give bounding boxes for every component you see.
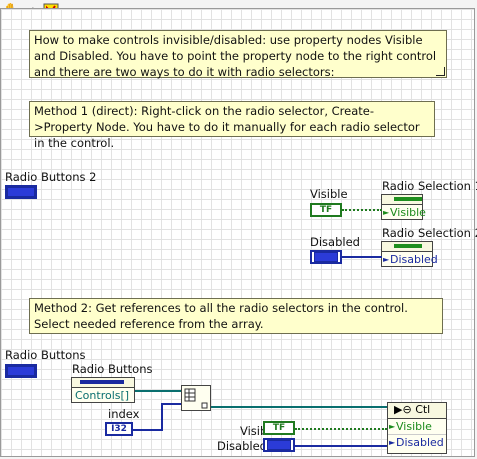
radio-buttons-2-terminal[interactable] xyxy=(5,185,37,199)
boolean-wire-1 xyxy=(342,209,382,211)
method1-comment-text: Method 1 (direct): Right-click on the ra… xyxy=(34,104,420,150)
disabled-property-text: Disabled xyxy=(390,253,438,266)
property-node-ctl[interactable]: ▶⊖ Ctl ► Visible ► Disabled xyxy=(387,402,447,454)
tf-text: TF xyxy=(272,423,286,433)
index-wire-h2 xyxy=(161,403,181,405)
ctl-node-header: ▶⊖ Ctl xyxy=(388,403,446,419)
radio-buttons-node-label: Radio Buttons xyxy=(72,362,153,376)
radio-selection-2-label: Radio Selection 2 xyxy=(382,226,477,240)
ctl-title: Ctl xyxy=(415,403,431,416)
enum-wire-1 xyxy=(342,256,382,258)
method1-comment[interactable]: Method 1 (direct): Right-click on the ra… xyxy=(29,101,435,150)
index-i32-constant[interactable]: I32 xyxy=(105,422,133,436)
property-node-radio-buttons[interactable]: Controls[] xyxy=(71,377,135,403)
method2-comment[interactable]: Method 2: Get references to all the radi… xyxy=(29,298,443,334)
visible-property-text: Visible xyxy=(390,206,426,219)
enum-wire-2 xyxy=(295,445,387,447)
intro-comment[interactable]: How to make controls invisible/disabled:… xyxy=(29,30,447,79)
ref-icon: ▶⊖ xyxy=(394,403,412,416)
ref-array-wire xyxy=(135,390,181,392)
index-label: index xyxy=(108,407,140,421)
index-array-icon xyxy=(184,388,208,409)
method2-comment-text: Method 2: Get references to all the radi… xyxy=(34,301,408,331)
boolean-wire-2 xyxy=(295,428,387,430)
index-wire-h xyxy=(133,429,163,431)
index-array-node[interactable] xyxy=(181,385,211,411)
visible-bool-constant-2[interactable]: TF xyxy=(263,421,295,435)
disabled-enum-constant-1[interactable] xyxy=(310,250,342,264)
input-arrow-icon: ► xyxy=(383,208,390,217)
intro-comment-text: How to make controls invisible/disabled:… xyxy=(34,33,437,79)
property-node-header xyxy=(382,195,422,205)
visible-property[interactable]: ► Visible xyxy=(382,205,426,220)
visible-bool-constant-1[interactable]: TF xyxy=(310,203,342,217)
radio-buttons-2-label: Radio Buttons 2 xyxy=(5,170,97,184)
radio-buttons-label: Radio Buttons xyxy=(5,348,86,362)
ctl-visible-text: Visible xyxy=(396,420,432,433)
property-node-radio-selection-1[interactable]: ► Visible xyxy=(381,194,426,220)
i32-text: I32 xyxy=(111,424,127,434)
disabled-const-label-1: Disabled xyxy=(310,235,360,249)
ctl-visible-property[interactable]: ► Visible xyxy=(388,419,446,434)
input-arrow-icon: ► xyxy=(383,255,390,264)
disabled-property[interactable]: ► Disabled xyxy=(382,252,438,267)
index-wire-v xyxy=(161,403,163,430)
radio-selection-1-label: Radio Selection 1 xyxy=(382,179,477,193)
ctl-disabled-property[interactable]: ► Disabled xyxy=(388,434,446,450)
input-arrow-icon: ► xyxy=(389,438,396,447)
property-node-header xyxy=(382,242,432,252)
ctl-disabled-text: Disabled xyxy=(396,436,444,449)
property-node-radio-selection-2[interactable]: ► Disabled xyxy=(381,241,438,267)
resize-handle-icon[interactable] xyxy=(436,67,445,76)
radio-buttons-terminal[interactable] xyxy=(5,364,37,378)
property-node-header xyxy=(72,378,134,388)
ref-element-wire xyxy=(211,406,387,408)
visible-const-label-1: Visible xyxy=(310,187,348,201)
disabled-enum-constant-2[interactable] xyxy=(263,438,295,452)
controls-property-text: Controls[] xyxy=(75,389,130,402)
input-arrow-icon: ► xyxy=(389,422,396,431)
controls-property[interactable]: Controls[] xyxy=(72,388,134,403)
disabled-const-label-2: Disabled xyxy=(217,439,267,453)
tf-text: TF xyxy=(319,205,333,215)
block-diagram[interactable]: How to make controls invisible/disabled:… xyxy=(0,8,477,457)
